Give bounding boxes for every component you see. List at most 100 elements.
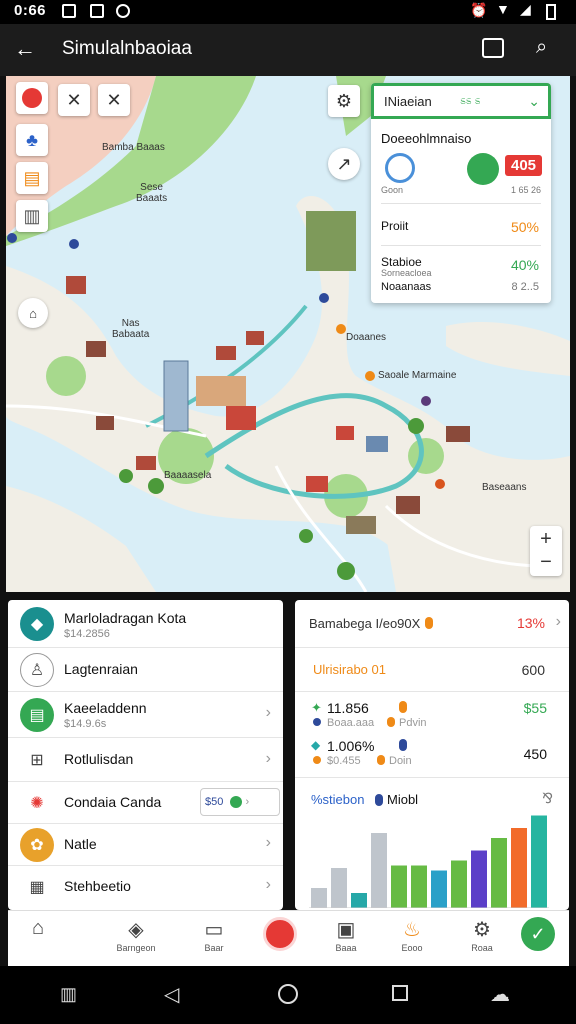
window-icon[interactable] — [482, 38, 504, 58]
dot-icon — [313, 756, 321, 764]
status-time: 0:66 — [14, 2, 47, 19]
nav-confirm[interactable]: ✓ — [508, 917, 568, 951]
list-item-title: Lagtenraian — [64, 661, 138, 677]
list-item-title: Stehbeetio — [64, 878, 131, 894]
zoom-control[interactable]: + − — [530, 526, 562, 576]
nav-label: Baar — [204, 943, 224, 953]
overview-icon[interactable] — [392, 985, 408, 1001]
chart-title: %stiebon — [311, 792, 365, 807]
chart-bar — [511, 828, 527, 908]
back-icon[interactable]: ◁ — [164, 982, 179, 1007]
search-icon[interactable]: ⌕ — [536, 36, 547, 59]
profit-label: Proiit — [381, 219, 409, 233]
list-item[interactable]: ◆ Marloladragan Kota $14.2856 — [8, 600, 283, 648]
nav-settings[interactable]: ⚙ Roaa — [452, 917, 512, 953]
build-mode-button[interactable]: ▤ — [16, 162, 48, 194]
list-item[interactable]: ♙ Lagtenraian — [8, 648, 283, 692]
chevron-right-icon: › — [265, 834, 271, 851]
close-layer-button-2[interactable]: ✕ — [98, 84, 130, 116]
home-icon: ⌂ — [31, 917, 45, 939]
list-item[interactable]: ▤ Kaeeladdenn $14.9.6s › — [8, 692, 283, 738]
list-item-title: Marloladragan Kota — [64, 610, 187, 626]
status-dot-icon — [230, 796, 243, 809]
close-layer-button[interactable]: ✕ — [58, 84, 90, 116]
chart-bar — [411, 865, 427, 908]
assistant-icon[interactable]: ☁ — [490, 982, 510, 1007]
badge-caption: 1 65 26 — [511, 185, 542, 195]
list-item-title: Kaeeladdenn — [64, 700, 147, 716]
income-side: $55 — [523, 700, 547, 716]
divider — [381, 203, 541, 204]
list-item[interactable]: ✺ Condaia Canda $50 › — [8, 782, 283, 824]
zoom-in-button[interactable]: + — [540, 528, 552, 551]
bar-chart — [309, 815, 549, 908]
stat-row-label: Bamabega I/eo90X — [309, 616, 421, 631]
drop-icon: ◆ — [311, 738, 321, 752]
nature-icon: ✿ — [20, 828, 54, 862]
wifi-icon: ▼ — [496, 1, 510, 17]
building-mode-button[interactable]: ▥ — [16, 200, 48, 232]
chevron-down-icon[interactable]: ⌄ — [528, 93, 540, 110]
gear-icon: ⚙ — [473, 919, 491, 941]
settings-map-button[interactable]: ⚙ — [328, 85, 360, 117]
chevron-right-icon: › — [265, 750, 271, 767]
budget-chip[interactable]: $50 › — [200, 788, 280, 816]
map-label: Nas Babaata — [112, 318, 150, 340]
stat-row-label: Ulrisirabo 01 — [313, 662, 386, 677]
nav-car[interactable]: ▭ Baar — [184, 917, 244, 953]
chart-title-2: Miobl — [387, 792, 419, 807]
chart-menu-icon[interactable]: ⅋ — [542, 790, 553, 807]
back-arrow-icon[interactable]: ← — [14, 36, 36, 62]
list-item[interactable]: ✿ Natle › — [8, 824, 283, 866]
layers-button[interactable] — [16, 82, 48, 114]
stat-row[interactable]: Ulrisirabo 01 600 — [295, 648, 569, 692]
document-icon: ▤ — [20, 698, 54, 732]
chevron-right-icon: › — [265, 876, 271, 893]
list-item-title: Rotlulisdan — [64, 751, 134, 767]
nav-label: Roaa — [471, 943, 493, 953]
city-menu-list: ◆ Marloladragan Kota $14.2856 ♙ Lagtenra… — [8, 600, 283, 910]
nav-center[interactable] — [250, 917, 310, 953]
chart-bar — [471, 850, 487, 908]
report-icon: ▦ — [20, 870, 54, 904]
nav-fire[interactable]: ♨ Eooo — [382, 917, 442, 953]
map-label: Doaanes — [346, 332, 387, 343]
zoom-out-button[interactable]: − — [540, 551, 552, 574]
status-bar: 0:66 ⏰ ▼ ◢ — [0, 0, 576, 24]
list-item-sub: $14.2856 — [64, 628, 110, 640]
gear-icon: ⚙ — [335, 90, 353, 111]
nav-compass[interactable]: ◈ Barngeon — [106, 917, 166, 953]
stats-card-header[interactable]: INiaeian ಽಽ ಽ ⌄ — [371, 83, 551, 119]
expense-sub2: Doin — [389, 755, 412, 767]
stat-row[interactable]: Bamabega I/eo90X 13% › — [295, 600, 569, 648]
image-icon — [90, 4, 104, 18]
profit-value: 50% — [510, 219, 539, 235]
expense-side: 450 — [523, 746, 547, 762]
map-label: Baseaans — [482, 482, 527, 493]
legend-dot-icon — [375, 794, 383, 806]
road-icon: ⊞ — [20, 743, 54, 777]
list-item[interactable]: ▦ Stehbeetio › — [8, 866, 283, 910]
city-mode-button[interactable]: ♣ — [16, 124, 48, 156]
coin-icon — [425, 617, 433, 629]
check-icon: ✓ — [521, 917, 555, 951]
city-icon: ♣ — [26, 129, 38, 150]
home-circle-icon[interactable] — [278, 984, 298, 1004]
stability-label: Stabioe — [381, 255, 422, 269]
nav-box[interactable]: ▣ Baaa — [316, 917, 376, 953]
income-sub: Boaa.aaa — [327, 717, 375, 729]
app-icon — [116, 4, 130, 18]
list-item[interactable]: ⊞ Rotlulisdan › — [8, 738, 283, 782]
box-icon: ▣ — [336, 919, 356, 941]
locate-button[interactable]: ⌂ — [18, 298, 48, 328]
location-icon: ⌂ — [29, 305, 37, 321]
chart-bar — [431, 870, 447, 908]
stats-panel: Bamabega I/eo90X 13% › Ulrisirabo 01 600… — [295, 600, 569, 910]
list-item-title: Condaia Canda — [64, 794, 162, 810]
recents-menu-icon[interactable]: ▥ — [60, 984, 77, 1005]
notification-icon — [62, 4, 76, 18]
nav-home[interactable]: ⌂ — [8, 917, 68, 943]
nav-label: Barngeon — [116, 943, 156, 953]
compass-button[interactable]: ↗ — [328, 148, 360, 180]
coin-icon — [399, 701, 407, 713]
